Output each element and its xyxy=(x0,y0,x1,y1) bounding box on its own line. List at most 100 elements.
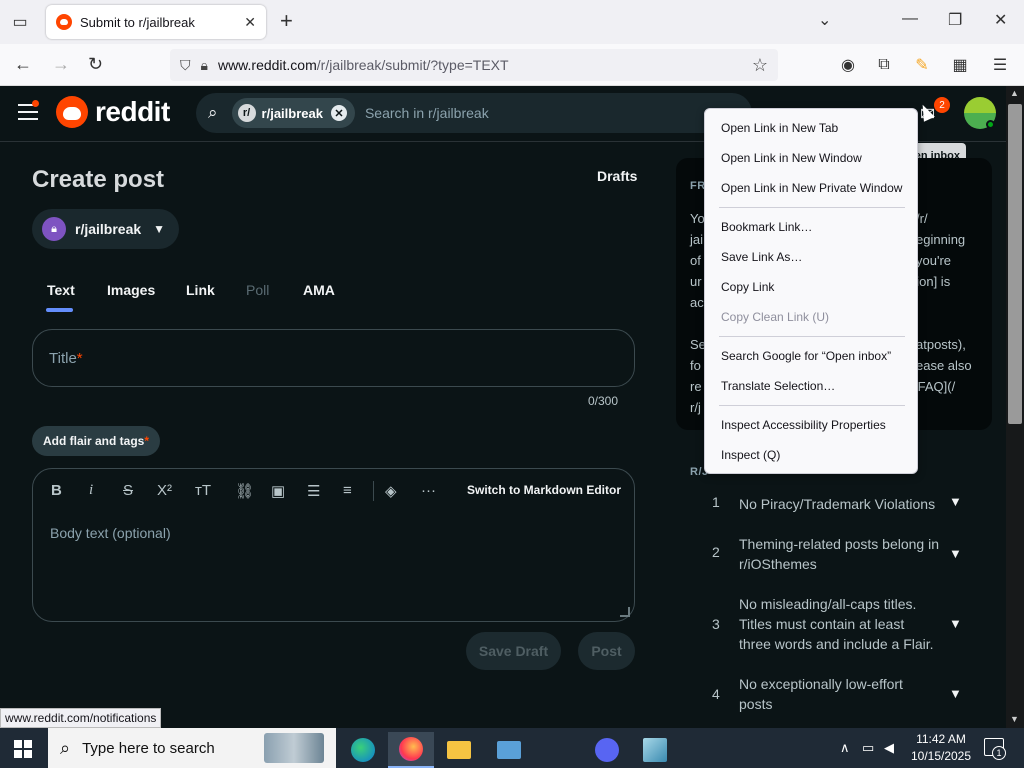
new-tab-icon[interactable]: + xyxy=(280,10,293,32)
volume-muted-icon[interactable]: ◀ xyxy=(884,740,894,756)
drafts-button[interactable]: Drafts xyxy=(597,168,637,184)
scrollbar-thumb[interactable] xyxy=(1008,104,1022,424)
chevron-down-icon[interactable]: ▼ xyxy=(949,616,962,631)
editor-toolbar: B i S X² ᴛT ⛓ ▣ ☰ ≡ ◈ ··· Switch to Mark… xyxy=(33,469,634,513)
lock-icon: 🔒︎ xyxy=(42,217,66,241)
clock-date: 10/15/2025 xyxy=(910,749,972,763)
shield-icon[interactable]: ⛉ xyxy=(180,57,191,74)
menu-save-link-as[interactable]: Save Link As… xyxy=(721,250,802,264)
lock-icon[interactable]: 🔒︎ xyxy=(201,57,208,74)
taskbar-search[interactable]: ⌕ Type here to search xyxy=(48,728,336,768)
tab-overflow-chevron-icon[interactable]: ⌄ xyxy=(818,10,831,30)
extensions-icon[interactable]: ⧉ xyxy=(874,55,894,75)
menu-search-google[interactable]: Search Google for “Open inbox” xyxy=(721,349,891,363)
app-icon[interactable] xyxy=(632,732,678,768)
strikethrough-icon[interactable]: S xyxy=(123,482,133,499)
community-selector[interactable]: 🔒︎ r/jailbreak ▼ xyxy=(32,209,179,249)
chevron-down-icon: ▼ xyxy=(153,222,166,236)
reddit-search-bar[interactable]: ⌕ r/ r/jailbreak ✕ xyxy=(196,93,752,133)
superscript-icon[interactable]: X² xyxy=(157,482,172,499)
network-icon[interactable]: ▭ xyxy=(862,740,874,756)
url-text[interactable]: www.reddit.com/r/jailbreak/submit/?type=… xyxy=(218,57,752,73)
post-button[interactable]: Post xyxy=(578,632,635,670)
notification-dot xyxy=(32,100,39,107)
online-status-dot xyxy=(986,120,995,129)
numbered-list-icon[interactable]: ≡ xyxy=(343,482,352,499)
switch-markdown-button[interactable]: Switch to Markdown Editor xyxy=(467,483,621,497)
discord-icon[interactable] xyxy=(584,732,630,768)
chevron-down-icon[interactable]: ▼ xyxy=(949,494,962,509)
tab-images[interactable]: Images xyxy=(107,282,155,298)
browser-nav-bar: ← → ↻ ⛉ 🔒︎ www.reddit.com/r/jailbreak/su… xyxy=(0,44,1024,86)
bullet-list-icon[interactable]: ☰ xyxy=(307,482,320,500)
close-window-icon[interactable]: ✕ xyxy=(994,10,1007,30)
extension-pen-icon[interactable]: ✎ xyxy=(912,55,932,75)
browser-tab-bar: ▭ Submit to r/jailbreak ✕ + ⌄ — ❐ ✕ xyxy=(0,0,1024,44)
chevron-down-icon[interactable]: ▼ xyxy=(949,686,962,701)
menu-open-private-window[interactable]: Open Link in New Private Window xyxy=(721,181,902,195)
image-icon[interactable]: ▣ xyxy=(271,482,285,500)
tray-chevron-icon[interactable]: ∧ xyxy=(840,740,850,756)
more-icon[interactable]: ··· xyxy=(421,482,436,499)
menu-icon[interactable]: ☰ xyxy=(990,55,1010,75)
link-status-bar: www.reddit.com/notifications xyxy=(0,708,162,728)
heading-icon[interactable]: ᴛT xyxy=(195,482,211,499)
tab-close-icon[interactable]: ✕ xyxy=(244,14,256,31)
body-placeholder: Body text (optional) xyxy=(50,525,171,541)
save-draft-button[interactable]: Save Draft xyxy=(466,632,561,670)
chevron-down-icon[interactable]: ▼ xyxy=(949,546,962,561)
windows-start-icon[interactable] xyxy=(14,740,32,758)
tab-poll[interactable]: Poll xyxy=(246,282,269,298)
menu-open-new-tab[interactable]: Open Link in New Tab xyxy=(721,121,838,135)
link-icon[interactable]: ⛓ xyxy=(235,482,254,500)
search-community-chip[interactable]: r/ r/jailbreak ✕ xyxy=(231,98,355,128)
body-editor[interactable]: B i S X² ᴛT ⛓ ▣ ☰ ≡ ◈ ··· Switch to Mark… xyxy=(32,468,635,622)
account-icon[interactable]: ◉ xyxy=(838,55,858,75)
chip-remove-icon[interactable]: ✕ xyxy=(330,105,347,121)
search-input[interactable] xyxy=(364,105,740,121)
menu-translate-selection[interactable]: Translate Selection… xyxy=(721,379,835,393)
browser-tab[interactable]: Submit to r/jailbreak ✕ xyxy=(46,5,266,39)
title-input[interactable]: Title* xyxy=(32,329,635,387)
menu-open-new-window[interactable]: Open Link in New Window xyxy=(721,151,862,165)
menu-inspect[interactable]: Inspect (Q) xyxy=(721,448,780,462)
maximize-icon[interactable]: ❐ xyxy=(948,10,962,30)
chip-avatar: r/ xyxy=(237,104,256,122)
edge-icon[interactable] xyxy=(340,732,386,768)
minimize-icon[interactable]: — xyxy=(902,10,918,28)
chip-label: r/jailbreak xyxy=(261,105,323,121)
control-panel-icon[interactable] xyxy=(486,732,532,768)
forward-icon[interactable]: → xyxy=(52,54,70,75)
toolbar-divider xyxy=(373,481,374,501)
community-rules-card: R/J 1 No Piracy/Trademark Violations ▼ 2… xyxy=(676,444,992,728)
firefox-icon[interactable] xyxy=(388,732,434,768)
menu-inspect-accessibility[interactable]: Inspect Accessibility Properties xyxy=(721,418,886,432)
menu-separator xyxy=(719,405,905,406)
resize-handle-icon[interactable] xyxy=(620,607,630,617)
tab-link[interactable]: Link xyxy=(186,282,215,298)
add-flair-button[interactable]: Add flair and tags * xyxy=(32,426,160,456)
tab-list-icon[interactable]: ▭ xyxy=(8,10,32,34)
bookmark-star-icon[interactable]: ☆ xyxy=(752,55,768,76)
menu-copy-clean-link[interactable]: Copy Clean Link (U) xyxy=(721,310,829,324)
tab-ama[interactable]: AMA xyxy=(303,282,335,298)
extension-grid-icon[interactable]: ▦ xyxy=(950,55,970,75)
url-bar[interactable]: ⛉ 🔒︎ www.reddit.com/r/jailbreak/submit/?… xyxy=(170,49,778,81)
menu-separator xyxy=(719,336,905,337)
menu-copy-link[interactable]: Copy Link xyxy=(721,280,774,294)
italic-icon[interactable]: i xyxy=(89,482,93,499)
bold-icon[interactable]: B xyxy=(51,482,62,499)
taskbar-clock[interactable]: 11:42 AM 10/15/2025 xyxy=(910,731,972,765)
file-explorer-icon[interactable] xyxy=(436,732,482,768)
back-icon[interactable]: ← xyxy=(14,54,32,75)
reddit-wordmark[interactable]: reddit xyxy=(95,96,170,128)
spoiler-icon[interactable]: ◈ xyxy=(385,482,397,500)
scroll-up-icon[interactable]: ▲ xyxy=(1010,88,1019,98)
page-title: Create post xyxy=(32,166,165,193)
tab-text[interactable]: Text xyxy=(47,282,75,298)
reddit-logo-icon[interactable] xyxy=(56,96,88,128)
reload-icon[interactable]: ↻ xyxy=(88,54,103,75)
scroll-down-icon[interactable]: ▼ xyxy=(1010,714,1019,724)
menu-bookmark-link[interactable]: Bookmark Link… xyxy=(721,220,812,234)
inbox-badge: 2 xyxy=(934,97,950,113)
